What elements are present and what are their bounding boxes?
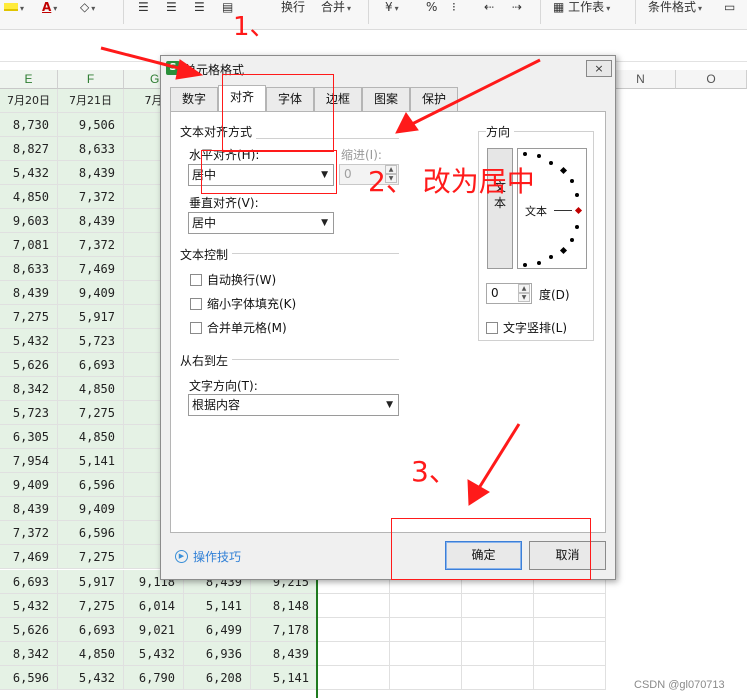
watermark: CSDN @gl070713	[634, 679, 725, 691]
annotation-arrows	[100, 46, 541, 506]
arrow-to-combo	[411, 58, 541, 126]
arrow-head	[467, 479, 490, 506]
arrow-head	[175, 59, 204, 80]
arrow-to-buttons	[477, 423, 521, 489]
arrow-to-tab	[100, 46, 187, 72]
